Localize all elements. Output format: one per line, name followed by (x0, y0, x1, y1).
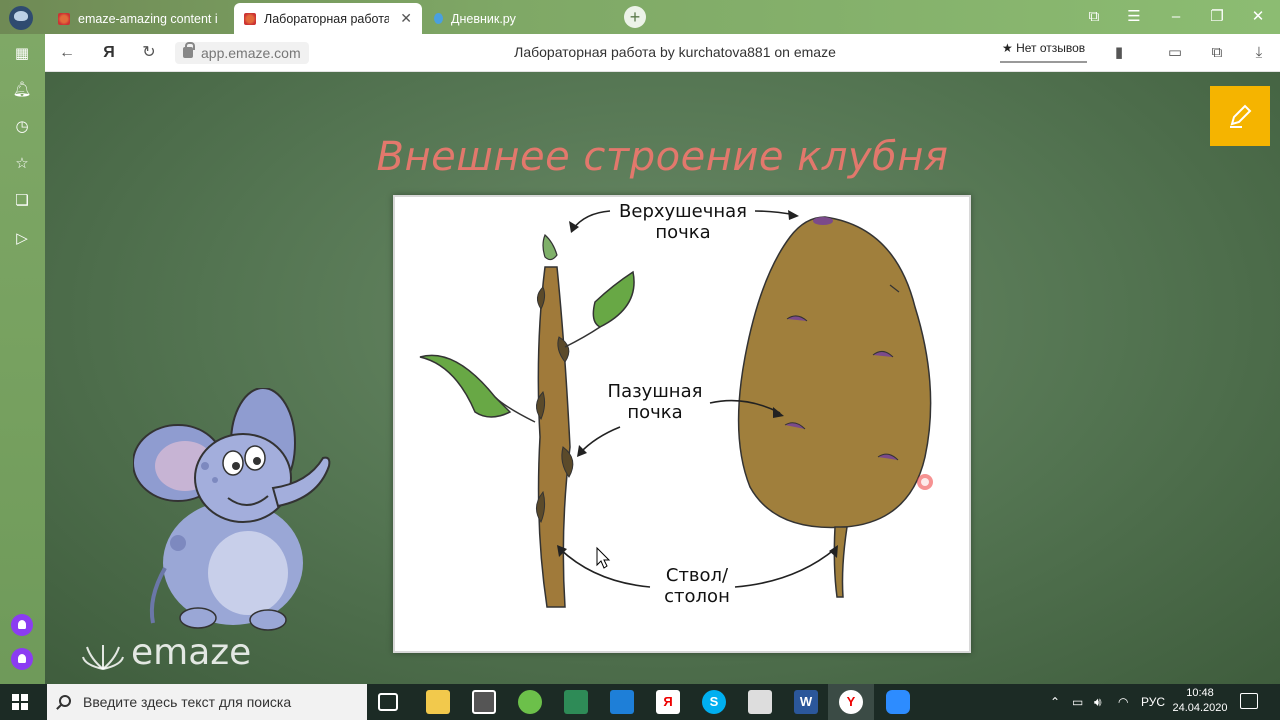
pencil-icon (1230, 104, 1252, 128)
tab-title: emaze-amazing content in (78, 11, 218, 26)
slide-title: Внешнее строение клубня (376, 134, 949, 180)
calculator-icon[interactable] (748, 690, 772, 714)
store-icon[interactable] (472, 690, 496, 714)
tab-title: Дневник.ру (451, 11, 516, 26)
play-icon[interactable]: ▷ (11, 228, 33, 250)
tab-lab-work[interactable]: Лабораторная работа by ✕ (234, 3, 422, 34)
alice-voice-icon[interactable] (11, 648, 33, 670)
minimize-icon[interactable]: – (1164, 6, 1188, 28)
clock-date: 24.04.2020 (1172, 702, 1228, 714)
emaze-favicon-icon (244, 12, 256, 25)
download-icon[interactable]: ⤓ (1247, 42, 1271, 64)
elephant-mascot-image (133, 388, 331, 631)
axillary-bud-label: Пазушная почка (607, 381, 703, 423)
battery-saver-icon[interactable]: ▭ (1163, 42, 1187, 64)
url-field[interactable]: app.emaze.com (175, 42, 309, 64)
star-icon[interactable]: ☆ (11, 153, 33, 175)
yandex-icon: Y (839, 690, 863, 714)
clock[interactable]: 10:48 24.04.2020 (1168, 686, 1232, 716)
language-indicator[interactable]: РУС (1141, 684, 1165, 720)
close-window-icon[interactable]: ✕ (1246, 6, 1270, 28)
taskbar-search-field[interactable]: Введите здесь текст для поиска (47, 684, 367, 720)
notifications-icon[interactable] (1240, 693, 1258, 709)
word-icon[interactable]: W (794, 690, 818, 714)
file-explorer-icon[interactable] (426, 690, 450, 714)
notes-app-icon[interactable] (564, 690, 588, 714)
collections-icon[interactable]: ❏ (11, 190, 33, 212)
yandex-logo-icon[interactable]: Я (97, 42, 121, 64)
task-view-icon[interactable] (378, 693, 398, 711)
browser-sidebar: ▦ 🔔︎ ◷ ☆ ❏ ▷ (0, 34, 45, 684)
extensions-icon[interactable]: ⧉ (1205, 42, 1229, 64)
clock-time: 10:48 (1186, 687, 1214, 699)
tab-dnevnik[interactable]: Дневник.ру (424, 3, 604, 34)
tray-chevron-icon[interactable]: ⌃ (1050, 684, 1060, 720)
apical-bud-label: Верхушечная почка (619, 201, 747, 243)
page-title: Лабораторная работа by kurchatova881 on … (514, 44, 836, 60)
emaze-favicon-icon (58, 12, 70, 25)
apps-grid-icon[interactable]: ▦ (11, 43, 33, 65)
lock-icon (183, 42, 195, 58)
tab-emaze[interactable]: emaze-amazing content in (48, 3, 228, 34)
mail-icon[interactable] (610, 690, 634, 714)
slide-canvas: Внешнее строение клубня emaze Верхушечна… (45, 72, 1280, 684)
taskbar-search-placeholder: Введите здесь текст для поиска (83, 694, 292, 710)
collections-icon[interactable]: ⧉ (1082, 6, 1106, 28)
close-tab-icon[interactable]: ✕ (396, 10, 412, 27)
profile-avatar[interactable] (9, 6, 33, 30)
wifi-icon[interactable]: ◠ (1118, 684, 1128, 720)
battery-icon[interactable]: ▭ (1072, 684, 1083, 720)
emaze-brand-text: emaze (131, 632, 252, 673)
yandex-active-taskbar-item[interactable]: Y (828, 684, 874, 720)
search-icon (59, 695, 71, 707)
restore-icon[interactable]: ❐ (1205, 6, 1229, 28)
reviews-button[interactable]: ★ Нет отзывов (1000, 41, 1088, 63)
zoom-icon[interactable] (886, 690, 910, 714)
reload-icon[interactable]: ↻ (137, 42, 161, 64)
back-arrow-icon[interactable]: ← (55, 42, 79, 64)
new-tab-button[interactable]: + (624, 6, 646, 28)
emaze-logo-icon (82, 645, 124, 670)
stolon-label: Ствол/ столон (664, 565, 730, 607)
tab-title: Лабораторная работа by (264, 11, 389, 26)
history-clock-icon[interactable]: ◷ (11, 116, 33, 138)
yandex-browser-icon[interactable]: Я (656, 690, 680, 714)
windows-start-icon[interactable] (12, 694, 28, 710)
skype-icon[interactable]: S (702, 690, 726, 714)
dnevnik-favicon-icon (434, 13, 443, 24)
menu-icon[interactable]: ☰ (1122, 6, 1146, 28)
bell-icon[interactable]: 🔔︎ (11, 79, 33, 101)
address-bar: ← Я ↻ app.emaze.com Лабораторная работа … (45, 34, 1280, 72)
alice-assistant-icon[interactable] (11, 614, 33, 636)
app-green-icon[interactable] (518, 690, 542, 714)
url-text: app.emaze.com (201, 45, 301, 61)
volume-icon[interactable]: 🔊︎ (1094, 684, 1102, 720)
bookmark-icon[interactable]: ▮ (1107, 42, 1131, 64)
windows-taskbar: Введите здесь текст для поиска Я S W Y ⌃… (0, 684, 1280, 720)
tuber-structure-figure: Верхушечная почка Пазушная почка Ствол/ … (393, 195, 971, 653)
browser-tab-bar: emaze-amazing content in Лабораторная ра… (0, 0, 1280, 34)
